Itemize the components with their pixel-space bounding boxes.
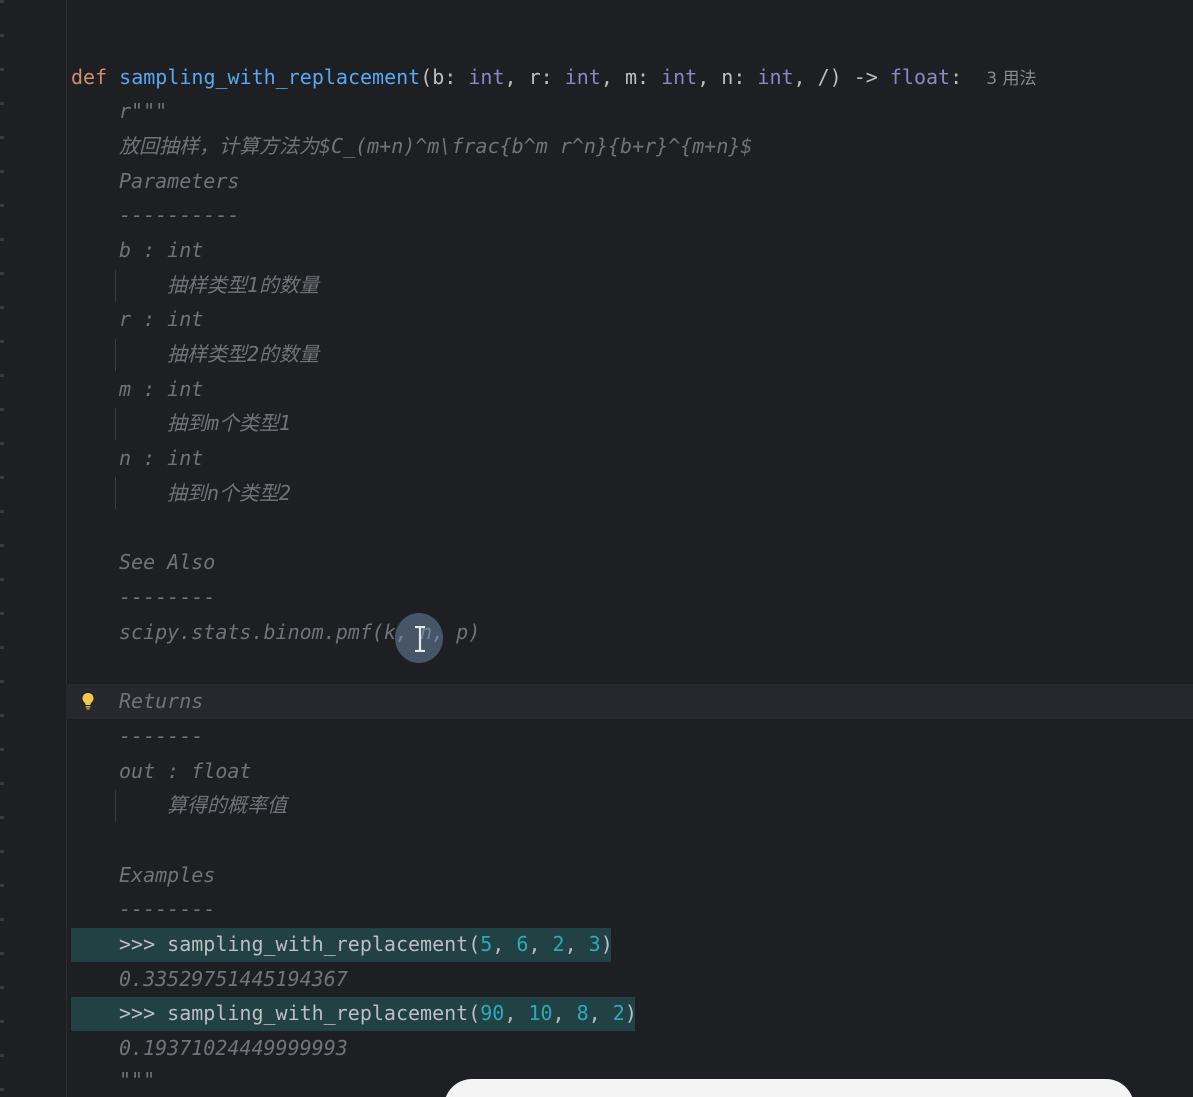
console-prompt: >>>	[119, 1001, 168, 1025]
arg-number: 2	[612, 1001, 625, 1025]
see-also-rule: --------	[119, 585, 216, 609]
examples-rule: --------	[119, 897, 216, 921]
see-also-rule-line[interactable]: --------	[0, 580, 1193, 614]
type-int: int	[661, 65, 698, 89]
param-desc: 抽到m个类型1	[167, 411, 292, 435]
param-desc-line[interactable]: 抽到n个类型2	[0, 476, 1193, 510]
arg-number: 10	[528, 1001, 553, 1025]
param-decl-line[interactable]: r : int	[0, 302, 1193, 336]
param-decl: n : int	[119, 446, 204, 470]
example-call: sampling_with_replacement(	[167, 1001, 481, 1025]
params-header-line[interactable]: Parameters	[0, 164, 1193, 198]
separator: ,	[697, 65, 722, 89]
params-rule-line[interactable]: ----------	[0, 198, 1193, 232]
arg-number: 6	[516, 932, 529, 956]
param-desc-line[interactable]: 抽样类型1的数量	[0, 268, 1193, 302]
function-name[interactable]: sampling_with_replacement	[119, 65, 420, 89]
param-decl: b : int	[119, 238, 204, 262]
example-call: sampling_with_replacement(	[167, 932, 481, 956]
see-also-header-line[interactable]: See Also	[0, 545, 1193, 579]
type-int: int	[468, 65, 505, 89]
def-keyword: def	[71, 65, 108, 89]
examples-header-line[interactable]: Examples	[0, 858, 1193, 892]
function-signature-line[interactable]: def sampling_with_replacement(b: int, r:…	[0, 60, 1193, 94]
returns-header-line[interactable]: Returns	[0, 684, 1193, 718]
colon: :	[950, 65, 963, 89]
returns-header: Returns	[119, 689, 204, 713]
example-result-line[interactable]: 0.33529751445194367	[0, 962, 1193, 996]
params-rule: ----------	[119, 203, 240, 227]
param-desc: 抽样类型2的数量	[167, 342, 320, 366]
example-call-line[interactable]: >>> sampling_with_replacement(5, 6, 2, 3…	[0, 927, 1193, 961]
param-b: b:	[432, 65, 469, 89]
params-header: Parameters	[119, 169, 240, 193]
example-result-line[interactable]: 0.19371024449999993	[0, 1031, 1193, 1065]
type-int: int	[757, 65, 794, 89]
docstring-summary: 放回抽样，计算方法为$C_(m+n)^m\frac{b^m r^n}{b+r}^…	[119, 134, 753, 158]
docstring-open-line[interactable]: r"""	[0, 94, 1193, 128]
bottom-popup-panel[interactable]	[444, 1079, 1134, 1097]
arg-number: 2	[552, 932, 565, 956]
param-desc: 抽到n个类型2	[167, 481, 292, 505]
code-editor[interactable]: def sampling_with_replacement(b: int, r:…	[0, 0, 1193, 1097]
example-result: 0.33529751445194367	[119, 967, 348, 991]
see-also-header: See Also	[119, 550, 216, 574]
returns-rule: -------	[119, 724, 204, 748]
example-result: 0.19371024449999993	[119, 1036, 348, 1060]
param-desc: 抽样类型1的数量	[167, 273, 320, 297]
type-int: int	[564, 65, 601, 89]
param-decl-line[interactable]: n : int	[0, 441, 1193, 475]
docstring-summary-line[interactable]: 放回抽样，计算方法为$C_(m+n)^m\frac{b^m r^n}{b+r}^…	[0, 129, 1193, 163]
return-type: float	[889, 65, 951, 89]
paren: (	[420, 65, 433, 89]
text-cursor-icon	[415, 626, 425, 652]
param-decl: m : int	[119, 377, 204, 401]
param-desc-line[interactable]: 抽到m个类型1	[0, 406, 1193, 440]
param-n: n:	[721, 65, 758, 89]
param-m: m:	[624, 65, 662, 89]
examples-rule-line[interactable]: --------	[0, 892, 1193, 926]
docstring-open: r"""	[119, 99, 168, 123]
param-decl-line[interactable]: b : int	[0, 233, 1193, 267]
param-desc-line[interactable]: 抽样类型2的数量	[0, 337, 1193, 371]
param-r: r:	[528, 65, 565, 89]
arg-number: 5	[480, 932, 493, 956]
examples-header: Examples	[119, 863, 216, 887]
arg-number: 3	[588, 932, 601, 956]
console-prompt: >>>	[119, 932, 168, 956]
separator: ,	[504, 65, 529, 89]
example-call-line[interactable]: >>> sampling_with_replacement(90, 10, 8,…	[0, 996, 1193, 1030]
signature-tail: , /) ->	[793, 65, 890, 89]
see-also-ref-line[interactable]: scipy.stats.binom.pmf(k, n, p)	[0, 615, 1193, 649]
usages-hint[interactable]: 3 用法	[986, 69, 1036, 89]
returns-decl-line[interactable]: out : float	[0, 754, 1193, 788]
returns-desc: 算得的概率值	[167, 793, 287, 817]
arg-number: 90	[480, 1001, 505, 1025]
separator: ,	[600, 65, 625, 89]
param-decl-line[interactable]: m : int	[0, 372, 1193, 406]
docstring-close: """	[119, 1068, 156, 1092]
returns-decl: out : float	[119, 759, 252, 783]
returns-rule-line[interactable]: -------	[0, 719, 1193, 753]
returns-desc-line[interactable]: 算得的概率值	[0, 788, 1193, 822]
arg-number: 8	[576, 1001, 589, 1025]
param-decl: r : int	[119, 307, 204, 331]
